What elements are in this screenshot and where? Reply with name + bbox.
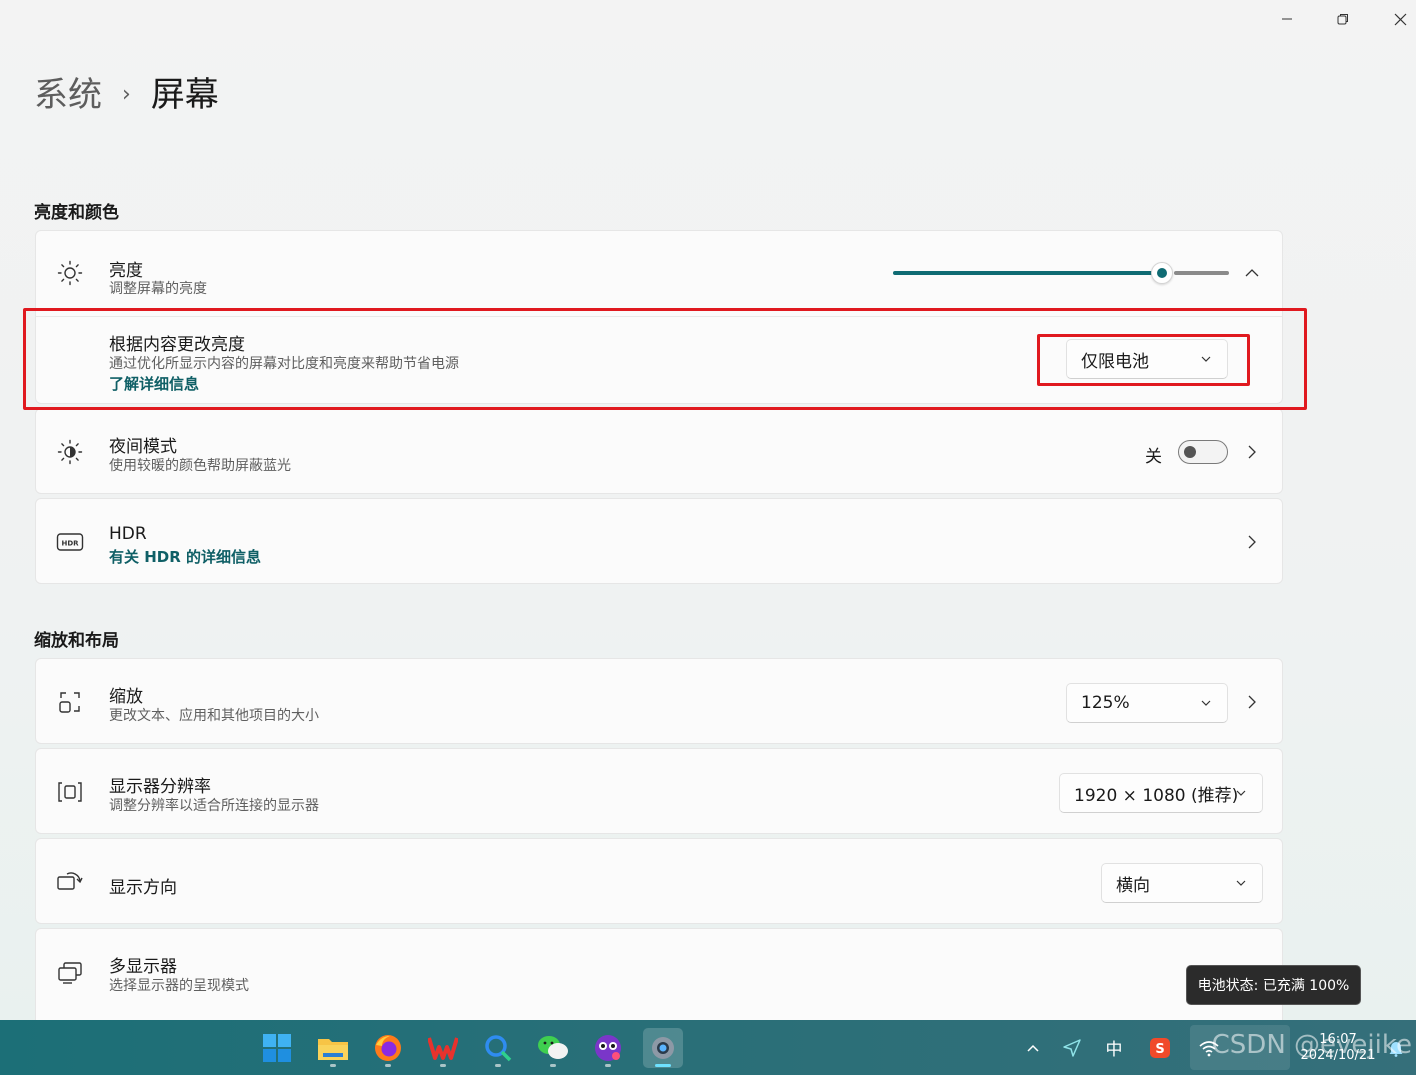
file-explorer-icon[interactable] bbox=[313, 1028, 353, 1068]
multi-display-icon bbox=[56, 958, 84, 986]
settings-icon[interactable] bbox=[643, 1028, 683, 1068]
slider-track bbox=[1174, 271, 1229, 275]
content-brightness-subtitle: 通过优化所显示内容的屏幕对比度和亮度来帮助节省电源 bbox=[109, 356, 459, 372]
scale-icon bbox=[56, 688, 84, 716]
orientation-title: 显示方向 bbox=[109, 878, 177, 898]
svg-text:HDR: HDR bbox=[61, 540, 79, 548]
resolution-title: 显示器分辨率 bbox=[109, 777, 211, 797]
sun-icon bbox=[56, 259, 84, 287]
night-light-title: 夜间模式 bbox=[109, 437, 177, 457]
chevron-down-icon bbox=[1236, 790, 1246, 796]
wps-icon[interactable] bbox=[423, 1028, 463, 1068]
brightness-subtitle: 调整屏幕的亮度 bbox=[109, 281, 207, 297]
resolution-dropdown[interactable]: 1920 × 1080 (推荐) bbox=[1059, 773, 1263, 813]
night-light-subtitle: 使用较暖的颜色帮助屏蔽蓝光 bbox=[109, 458, 291, 474]
dropdown-value: 1920 × 1080 (推荐) bbox=[1074, 785, 1239, 806]
running-indicator bbox=[495, 1064, 501, 1067]
running-indicator bbox=[385, 1064, 391, 1067]
night-light-icon bbox=[56, 438, 84, 466]
chevron-down-icon bbox=[1201, 356, 1211, 362]
resolution-subtitle: 调整分辨率以适合所连接的显示器 bbox=[109, 798, 319, 814]
content-brightness-title: 根据内容更改亮度 bbox=[109, 335, 245, 355]
content-brightness-dropdown[interactable]: 仅限电池 bbox=[1066, 339, 1228, 379]
running-indicator bbox=[655, 1064, 671, 1067]
breadcrumb-separator: › bbox=[122, 82, 131, 107]
learn-more-link[interactable]: 了解详细信息 bbox=[109, 373, 199, 394]
scale-title: 缩放 bbox=[109, 687, 143, 707]
slider-fill bbox=[893, 271, 1156, 275]
dropdown-value: 横向 bbox=[1116, 875, 1150, 896]
sogou-icon[interactable]: S bbox=[1146, 1020, 1174, 1075]
night-light-state: 关 bbox=[1145, 447, 1162, 467]
resolution-card: 显示器分辨率 调整分辨率以适合所连接的显示器 1920 × 1080 (推荐) bbox=[35, 748, 1283, 834]
svg-text:S: S bbox=[1155, 1042, 1164, 1057]
hdr-info-link[interactable]: 有关 HDR 的详细信息 bbox=[109, 546, 261, 567]
brightness-card: 亮度 调整屏幕的亮度 根据内容更改亮度 通过优化所显示内容的屏幕对比度和亮度来帮… bbox=[35, 230, 1283, 404]
settings-window: 系统 › 屏幕 亮度和颜色 亮度 调整屏幕的亮度 根据内容更改亮度 通过优化所显… bbox=[0, 0, 1416, 1020]
brightness-slider[interactable] bbox=[893, 261, 1229, 285]
scale-dropdown[interactable]: 125% bbox=[1066, 683, 1228, 723]
section-title-brightness-color: 亮度和颜色 bbox=[34, 203, 119, 223]
taskbar: 中 S 16:07 2024/10/21 bbox=[0, 1020, 1416, 1075]
ime-indicator[interactable]: 中 bbox=[1100, 1020, 1128, 1075]
watermark: CSDN @evejike bbox=[1211, 1030, 1412, 1060]
scale-card[interactable]: 缩放 更改文本、应用和其他项目的大小 125% bbox=[35, 658, 1283, 744]
hdr-card[interactable]: HDR HDR 有关 HDR 的详细信息 bbox=[35, 498, 1283, 584]
battery-tooltip: 电池状态: 已充满 100% bbox=[1186, 965, 1361, 1005]
firefox-icon[interactable] bbox=[368, 1028, 408, 1068]
start-icon[interactable] bbox=[257, 1028, 297, 1068]
scale-subtitle: 更改文本、应用和其他项目的大小 bbox=[109, 708, 319, 724]
chevron-down-icon bbox=[1201, 700, 1211, 706]
collapse-chevron-icon[interactable] bbox=[1244, 265, 1260, 281]
page-title: 屏幕 bbox=[150, 75, 219, 115]
send-icon[interactable] bbox=[1058, 1020, 1086, 1075]
restore-icon[interactable] bbox=[1315, 0, 1371, 38]
chevron-right-icon[interactable] bbox=[1244, 534, 1260, 550]
close-icon[interactable] bbox=[1372, 0, 1416, 38]
game-app-icon[interactable] bbox=[588, 1028, 628, 1068]
minimize-icon[interactable] bbox=[1259, 0, 1315, 38]
breadcrumb: 系统 › 屏幕 bbox=[34, 72, 219, 118]
multi-display-title: 多显示器 bbox=[109, 957, 177, 977]
orientation-dropdown[interactable]: 横向 bbox=[1101, 863, 1263, 903]
night-light-toggle[interactable] bbox=[1178, 440, 1228, 464]
hdr-icon: HDR bbox=[56, 528, 84, 556]
hdr-title: HDR bbox=[109, 524, 147, 544]
running-indicator bbox=[550, 1064, 556, 1067]
chevron-up-icon[interactable] bbox=[1020, 1020, 1046, 1075]
slider-thumb[interactable] bbox=[1151, 262, 1173, 284]
divider bbox=[36, 316, 1282, 317]
toggle-knob bbox=[1184, 446, 1196, 458]
multi-display-subtitle: 选择显示器的呈现模式 bbox=[109, 978, 249, 994]
chevron-right-icon[interactable] bbox=[1244, 444, 1260, 460]
chevron-right-icon[interactable] bbox=[1244, 694, 1260, 710]
dropdown-value: 仅限电池 bbox=[1081, 351, 1149, 372]
resolution-icon bbox=[56, 778, 84, 806]
orientation-card: 显示方向 横向 bbox=[35, 838, 1283, 924]
section-title-scale-layout: 缩放和布局 bbox=[34, 631, 119, 651]
search-app-icon[interactable] bbox=[478, 1028, 518, 1068]
running-indicator bbox=[440, 1064, 446, 1067]
breadcrumb-system[interactable]: 系统 bbox=[34, 72, 102, 118]
running-indicator bbox=[330, 1064, 336, 1067]
running-indicator bbox=[605, 1064, 611, 1067]
dropdown-value: 125% bbox=[1081, 693, 1130, 713]
wechat-icon[interactable] bbox=[533, 1028, 573, 1068]
multi-display-card[interactable]: 多显示器 选择显示器的呈现模式 bbox=[35, 928, 1283, 1020]
night-light-card[interactable]: 夜间模式 使用较暖的颜色帮助屏蔽蓝光 关 bbox=[35, 408, 1283, 494]
chevron-down-icon bbox=[1236, 880, 1246, 886]
orientation-icon bbox=[56, 868, 84, 896]
